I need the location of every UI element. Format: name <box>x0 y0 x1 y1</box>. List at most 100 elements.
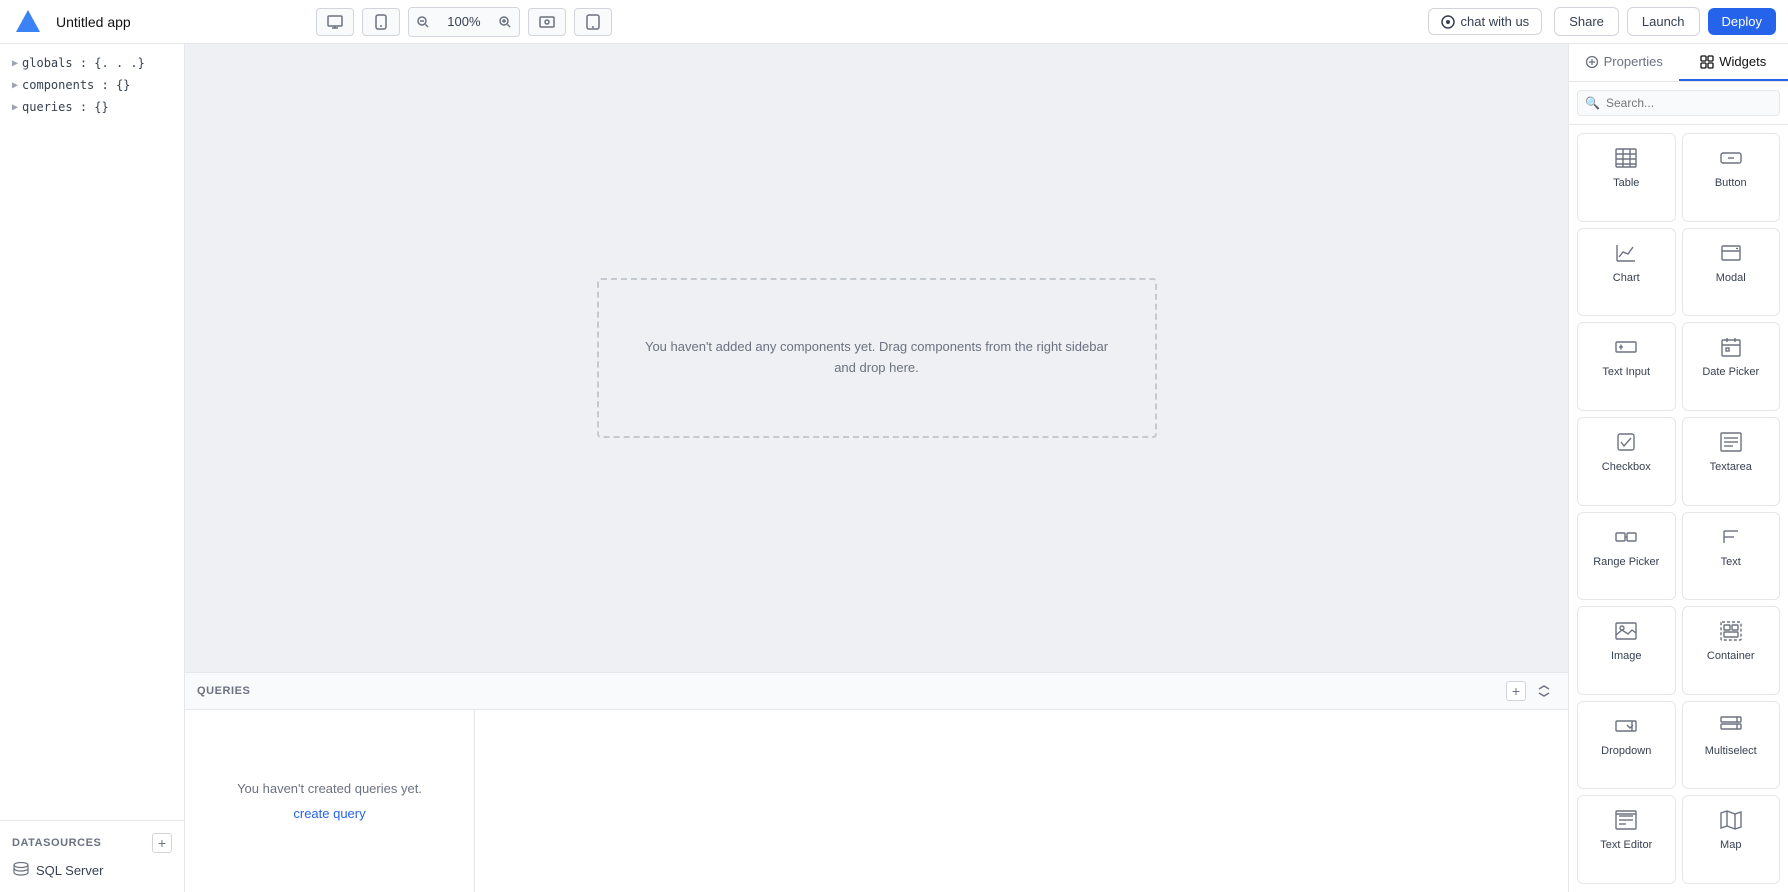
widget-button-label: Button <box>1715 177 1747 189</box>
dropdown-icon <box>1612 712 1640 740</box>
table-icon <box>1612 144 1640 172</box>
search-icon: 🔍 <box>1585 96 1600 110</box>
topbar: Untitled app 100% <box>0 0 1788 44</box>
tree-item-components[interactable]: ▶ components : {} <box>0 74 184 96</box>
datasources-header: DATASOURCES + <box>0 829 184 857</box>
container-icon <box>1717 617 1745 645</box>
text-editor-icon <box>1612 806 1640 834</box>
widget-text-editor[interactable]: Text Editor <box>1577 795 1676 884</box>
widget-button[interactable]: Button <box>1682 133 1781 222</box>
zoom-out-btn[interactable] <box>409 8 437 36</box>
widget-container-label: Container <box>1707 650 1755 662</box>
search-box: 🔍 <box>1569 82 1788 125</box>
tab-properties[interactable]: Properties <box>1569 44 1679 81</box>
app-title: Untitled app <box>56 14 131 30</box>
queries-panel: QUERIES + You haven't created queries ye… <box>185 672 1568 892</box>
button-icon <box>1717 144 1745 172</box>
widget-text-editor-label: Text Editor <box>1600 839 1652 851</box>
zoom-in-btn[interactable] <box>491 8 519 36</box>
chat-btn[interactable]: chat with us <box>1428 8 1543 35</box>
widget-text-label: Text <box>1721 556 1741 568</box>
preview-btn[interactable] <box>528 8 566 36</box>
widget-multiselect-label: Multiselect <box>1705 745 1757 757</box>
drop-zone-line2: and drop here. <box>834 360 919 375</box>
widget-date-picker-label: Date Picker <box>1702 366 1759 378</box>
expand-queries-btn[interactable] <box>1532 679 1556 703</box>
widget-modal[interactable]: Modal <box>1682 228 1781 317</box>
widget-date-picker[interactable]: Date Picker <box>1682 322 1781 411</box>
drop-zone[interactable]: You haven't added any components yet. Dr… <box>597 278 1157 438</box>
canvas-wrapper: You haven't added any components yet. Dr… <box>185 44 1568 892</box>
tree-label-components: components : {} <box>22 78 130 92</box>
zoom-control: 100% <box>408 7 519 37</box>
main-layout: ▶ globals : {. . .} ▶ components : {} ▶ … <box>0 44 1788 892</box>
tree-arrow-queries: ▶ <box>12 102 18 113</box>
tablet-view-btn[interactable] <box>574 8 612 36</box>
widget-range-picker-label: Range Picker <box>1593 556 1659 568</box>
queries-list: You haven't created queries yet. create … <box>185 710 475 892</box>
widget-range-picker[interactable]: Range Picker <box>1577 512 1676 601</box>
queries-empty-text: You haven't created queries yet. <box>237 781 422 796</box>
right-panel: Properties Widgets 🔍 <box>1568 44 1788 892</box>
tab-properties-label: Properties <box>1604 54 1663 69</box>
widget-image-label: Image <box>1611 650 1642 662</box>
share-btn[interactable]: Share <box>1554 7 1619 36</box>
widget-container[interactable]: Container <box>1682 606 1781 695</box>
multiselect-icon <box>1717 712 1745 740</box>
topbar-right: Share Launch Deploy <box>1554 7 1776 36</box>
widget-dropdown-label: Dropdown <box>1601 745 1651 757</box>
add-datasource-btn[interactable]: + <box>152 833 172 853</box>
map-icon <box>1717 806 1745 834</box>
add-query-btn[interactable]: + <box>1506 681 1526 701</box>
widget-chart[interactable]: Chart <box>1577 228 1676 317</box>
panel-tabs: Properties Widgets <box>1569 44 1788 82</box>
tree-label-globals: globals : {. . .} <box>22 56 145 70</box>
widget-chart-label: Chart <box>1613 272 1640 284</box>
widget-text[interactable]: Text <box>1682 512 1781 601</box>
mobile-view-btn[interactable] <box>362 8 400 36</box>
widget-search-input[interactable] <box>1577 90 1780 116</box>
tree-arrow-globals: ▶ <box>12 58 18 69</box>
checkbox-icon <box>1612 428 1640 456</box>
datasources-section: DATASOURCES + SQL Server <box>0 820 184 892</box>
zoom-level: 100% <box>437 8 490 36</box>
chat-label: chat with us <box>1461 14 1530 29</box>
datasource-label: SQL Server <box>36 863 103 878</box>
tree-item-globals[interactable]: ▶ globals : {. . .} <box>0 52 184 74</box>
datasources-title: DATASOURCES <box>12 837 101 849</box>
queries-header: QUERIES + <box>185 673 1568 710</box>
widget-text-input[interactable]: Text Input <box>1577 322 1676 411</box>
widget-textarea[interactable]: Textarea <box>1682 417 1781 506</box>
tree-arrow-components: ▶ <box>12 80 18 91</box>
widget-table[interactable]: Table <box>1577 133 1676 222</box>
app-logo <box>12 6 44 38</box>
desktop-view-btn[interactable] <box>316 8 354 36</box>
tab-widgets[interactable]: Widgets <box>1679 44 1788 81</box>
queries-title: QUERIES <box>197 685 250 697</box>
widget-map[interactable]: Map <box>1682 795 1781 884</box>
tree-label-queries: queries : {} <box>22 100 109 114</box>
text-input-icon <box>1612 333 1640 361</box>
widget-modal-label: Modal <box>1716 272 1746 284</box>
queries-body: You haven't created queries yet. create … <box>185 710 1568 892</box>
tree-section: ▶ globals : {. . .} ▶ components : {} ▶ … <box>0 44 184 820</box>
launch-btn[interactable]: Launch <box>1627 7 1700 36</box>
widget-checkbox-label: Checkbox <box>1602 461 1651 473</box>
datasource-item-sqlserver[interactable]: SQL Server <box>0 857 184 884</box>
widget-dropdown[interactable]: Dropdown <box>1577 701 1676 790</box>
widgets-grid: Table Button <box>1569 125 1788 892</box>
range-picker-icon <box>1612 523 1640 551</box>
widget-checkbox[interactable]: Checkbox <box>1577 417 1676 506</box>
topbar-center: 100% <box>151 7 777 37</box>
tree-item-queries[interactable]: ▶ queries : {} <box>0 96 184 118</box>
modal-icon <box>1717 239 1745 267</box>
widget-table-label: Table <box>1613 177 1639 189</box>
queries-editor <box>475 710 1568 892</box>
widget-image[interactable]: Image <box>1577 606 1676 695</box>
create-query-btn[interactable]: create query <box>293 806 365 821</box>
widget-map-label: Map <box>1720 839 1741 851</box>
image-icon <box>1612 617 1640 645</box>
left-sidebar: ▶ globals : {. . .} ▶ components : {} ▶ … <box>0 44 185 892</box>
deploy-btn[interactable]: Deploy <box>1708 8 1776 35</box>
widget-multiselect[interactable]: Multiselect <box>1682 701 1781 790</box>
